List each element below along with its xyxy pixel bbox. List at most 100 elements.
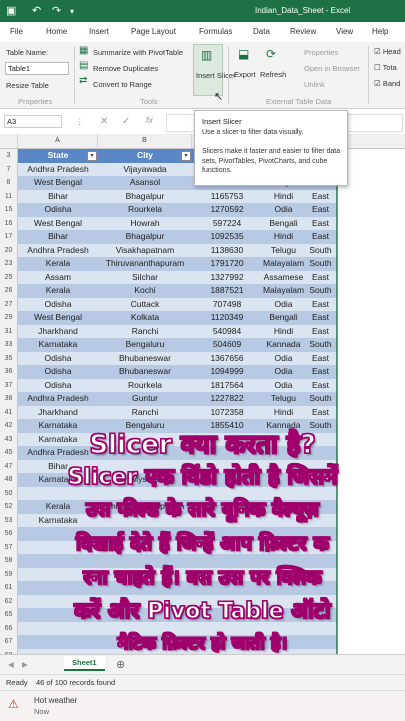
table-cell[interactable]: Hindi bbox=[262, 405, 306, 419]
table-cell[interactable]: 707498 bbox=[192, 297, 263, 311]
table-cell[interactable]: Odisha bbox=[18, 365, 99, 379]
table-cell[interactable]: Howrah bbox=[98, 216, 193, 230]
tab-data[interactable]: Data bbox=[253, 27, 270, 36]
table-cell[interactable]: 1227822 bbox=[192, 392, 263, 406]
select-all-corner[interactable] bbox=[0, 134, 18, 149]
table-cell[interactable]: Andhra Pradesh bbox=[18, 243, 99, 257]
table-cell[interactable]: Jharkhand bbox=[18, 324, 99, 338]
table-cell[interactable]: Vijayawada bbox=[98, 162, 193, 176]
column-header-a[interactable]: A bbox=[18, 134, 98, 149]
convert-to-range-button[interactable]: Convert to Range bbox=[93, 80, 152, 89]
table-cell[interactable]: Malayalam bbox=[262, 257, 306, 271]
tab-home[interactable]: Home bbox=[46, 27, 67, 36]
table-cell[interactable]: Karnataka bbox=[18, 338, 99, 352]
tab-formulas[interactable]: Formulas bbox=[199, 27, 232, 36]
open-in-browser-button[interactable]: Open in Browser bbox=[304, 64, 360, 73]
table-cell[interactable]: 1165753 bbox=[192, 189, 263, 203]
row-number[interactable]: 20 bbox=[0, 243, 18, 258]
table-cell[interactable]: 1817564 bbox=[192, 378, 263, 392]
table-cell[interactable]: 1072358 bbox=[192, 405, 263, 419]
filter-dropdown-icon[interactable]: ▾ bbox=[87, 151, 97, 161]
table-cell[interactable]: 540984 bbox=[192, 324, 263, 338]
table-cell[interactable]: Kerala bbox=[18, 257, 99, 271]
row-number[interactable]: 15 bbox=[0, 203, 18, 218]
table-cell[interactable]: Odisha bbox=[18, 351, 99, 365]
row-number[interactable]: 31 bbox=[0, 324, 18, 339]
table-cell[interactable]: Kochi bbox=[98, 284, 193, 298]
table-cell[interactable]: Bengali bbox=[262, 311, 306, 325]
table-cell[interactable]: 1367656 bbox=[192, 351, 263, 365]
tab-file[interactable]: File bbox=[10, 27, 23, 36]
redo-icon[interactable]: ↷ bbox=[52, 4, 61, 17]
table-cell[interactable]: 597224 bbox=[192, 216, 263, 230]
table-cell[interactable]: Telugu bbox=[262, 392, 306, 406]
filter-dropdown-icon[interactable]: ▾ bbox=[181, 151, 191, 161]
table-cell[interactable]: Odia bbox=[262, 351, 306, 365]
table-cell[interactable]: West Bengal bbox=[18, 176, 99, 190]
table-cell[interactable]: Odia bbox=[262, 378, 306, 392]
table-cell[interactable]: Bihar bbox=[18, 230, 99, 244]
row-number[interactable]: 38 bbox=[0, 392, 18, 407]
total-row-checkbox[interactable]: ☐ Tota bbox=[374, 63, 397, 72]
tab-page-layout[interactable]: Page Layout bbox=[131, 27, 176, 36]
table-cell[interactable]: East bbox=[305, 203, 337, 217]
table-cell[interactable]: Assam bbox=[18, 270, 99, 284]
table-cell[interactable]: Thiruvananthapuram bbox=[98, 257, 193, 271]
table-cell[interactable]: Andhra Pradesh bbox=[18, 162, 99, 176]
table-cell[interactable]: Visakhapatnam bbox=[98, 243, 193, 257]
table-cell[interactable]: 1327992 bbox=[192, 270, 263, 284]
row-number[interactable]: 8 bbox=[0, 176, 18, 191]
table-cell[interactable]: Andhra Pradesh bbox=[18, 392, 99, 406]
table-cell[interactable]: Rourkela bbox=[98, 203, 193, 217]
table-cell[interactable]: Odisha bbox=[18, 378, 99, 392]
table-cell[interactable]: Bengali bbox=[262, 216, 306, 230]
table-cell[interactable]: East bbox=[305, 378, 337, 392]
row-number[interactable]: 37 bbox=[0, 378, 18, 393]
table-cell[interactable]: Hindi bbox=[262, 324, 306, 338]
table-cell[interactable]: Guntur bbox=[98, 392, 193, 406]
properties-button[interactable]: Properties bbox=[304, 48, 338, 57]
table-cell[interactable]: Bihar bbox=[18, 189, 99, 203]
row-number[interactable]: 26 bbox=[0, 284, 18, 299]
table-cell[interactable]: Bhubaneswar bbox=[98, 351, 193, 365]
name-box-dropdown-icon[interactable]: ⋮ bbox=[76, 117, 84, 126]
banded-rows-checkbox[interactable]: ☑ Band bbox=[374, 79, 400, 88]
row-number[interactable]: 3 bbox=[0, 149, 18, 164]
weather-alert-icon[interactable]: ⚠ bbox=[8, 697, 19, 711]
row-number[interactable]: 33 bbox=[0, 338, 18, 353]
row-number[interactable]: 36 bbox=[0, 365, 18, 380]
sheet-scroll-right-icon[interactable]: ▶ bbox=[22, 660, 28, 669]
table-cell[interactable]: Odisha bbox=[18, 203, 99, 217]
table-cell[interactable]: Ranchi bbox=[98, 405, 193, 419]
tab-view[interactable]: View bbox=[336, 27, 353, 36]
undo-icon[interactable]: ↶ bbox=[32, 4, 41, 17]
table-cell[interactable]: Jharkhand bbox=[18, 405, 99, 419]
row-number[interactable]: 41 bbox=[0, 405, 18, 420]
table-cell[interactable]: Kerala bbox=[18, 284, 99, 298]
resize-table-button[interactable]: Resize Table bbox=[6, 81, 49, 90]
table-cell[interactable]: Bhagalpur bbox=[98, 230, 193, 244]
name-box[interactable]: A3 bbox=[4, 115, 62, 128]
header-row-checkbox[interactable]: ☑ Head bbox=[374, 47, 401, 56]
export-button[interactable]: Export bbox=[234, 70, 256, 79]
table-cell[interactable]: Kannada bbox=[262, 338, 306, 352]
cancel-icon[interactable]: ✕ bbox=[100, 116, 108, 127]
add-sheet-icon[interactable]: ⊕ bbox=[116, 658, 125, 671]
customize-quick-access-icon[interactable]: ▾ bbox=[70, 7, 74, 16]
table-cell[interactable]: Silchar bbox=[98, 270, 193, 284]
row-number[interactable]: 27 bbox=[0, 297, 18, 312]
enter-icon[interactable]: ✓ bbox=[122, 116, 130, 127]
table-cell[interactable]: Cuttack bbox=[98, 297, 193, 311]
table-cell[interactable]: East bbox=[305, 365, 337, 379]
table-cell[interactable]: South bbox=[305, 284, 337, 298]
table-cell[interactable]: 1270592 bbox=[192, 203, 263, 217]
table-cell[interactable]: Rourkela bbox=[98, 378, 193, 392]
row-number[interactable]: 23 bbox=[0, 257, 18, 272]
table-cell[interactable]: Hindi bbox=[262, 189, 306, 203]
table-cell[interactable]: East bbox=[305, 230, 337, 244]
table-cell[interactable]: Bhagalpur bbox=[98, 189, 193, 203]
row-number[interactable]: 7 bbox=[0, 162, 18, 177]
row-number[interactable]: 29 bbox=[0, 311, 18, 326]
insert-function-icon[interactable]: fx bbox=[146, 115, 153, 125]
unlink-button[interactable]: Unlink bbox=[304, 80, 325, 89]
